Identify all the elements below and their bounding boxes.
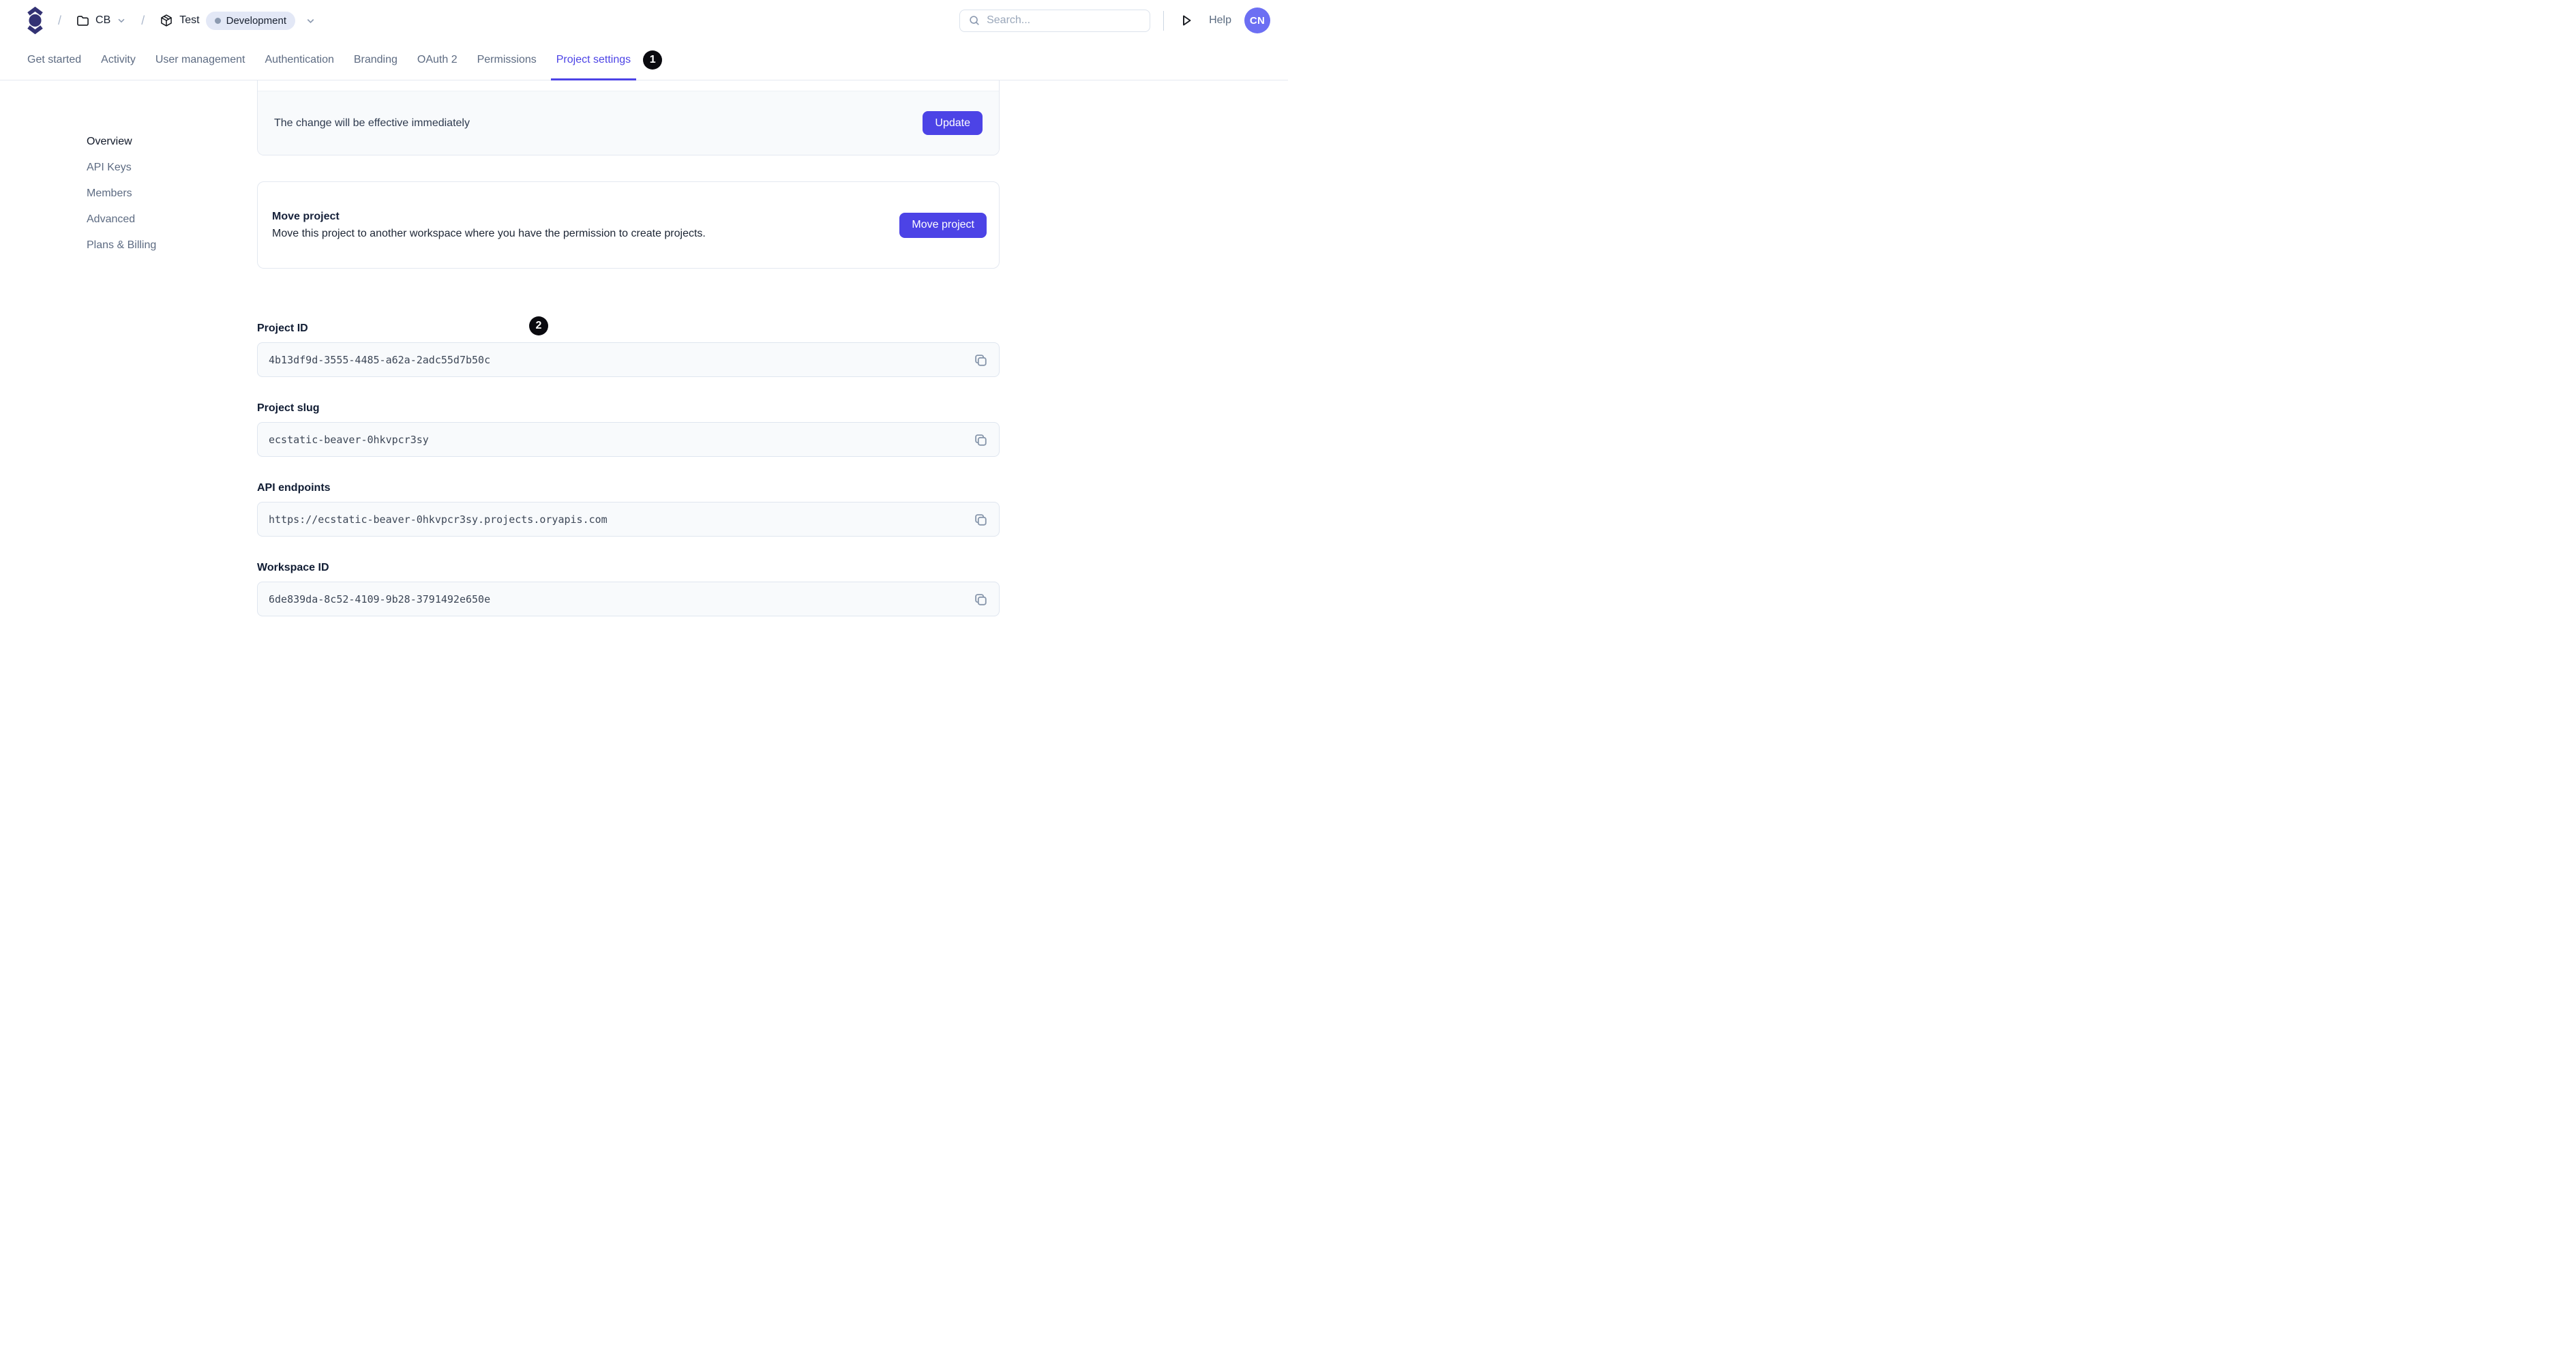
- workspace-name: CB: [95, 14, 111, 26]
- project-id-value: 4b13df9d-3555-4485-a62a-2adc55d7b50c: [269, 353, 491, 366]
- breadcrumb-separator: /: [141, 13, 145, 27]
- tab-get-started[interactable]: Get started: [22, 41, 87, 80]
- sidebar-item-plans-billing[interactable]: Plans & Billing: [87, 239, 156, 252]
- search-icon: [968, 14, 980, 27]
- top-bar-actions: Help CN: [959, 7, 1270, 33]
- workspace-id-label: Workspace ID: [257, 562, 329, 573]
- environment-dot-icon: [214, 17, 221, 24]
- workspace-id-section: Workspace ID 6de839da-8c52-4109-9b28-379…: [257, 561, 1000, 616]
- copy-icon: [973, 592, 988, 607]
- header-divider: [1163, 10, 1165, 31]
- tab-oauth2[interactable]: OAuth 2: [412, 41, 463, 80]
- tab-project-settings-label: Project settings: [556, 53, 631, 65]
- settings-sidebar: Overview API Keys Members Advanced Plans…: [87, 135, 156, 265]
- search-input[interactable]: [987, 14, 1142, 27]
- app-logo-icon: [27, 6, 43, 35]
- api-endpoints-section: API endpoints https://ecstatic-beaver-0h…: [257, 481, 1000, 537]
- tab-project-settings[interactable]: Project settings 1: [550, 41, 663, 80]
- tab-permissions[interactable]: Permissions: [472, 41, 542, 80]
- play-button[interactable]: [1177, 14, 1196, 27]
- project-switcher[interactable]: Test Development: [160, 11, 316, 30]
- api-endpoints-label: API endpoints: [257, 482, 331, 494]
- tab-bar: Get started Activity User management Aut…: [0, 41, 1288, 80]
- copy-icon: [973, 512, 988, 527]
- project-id-section: Project ID 4b13df9d-3555-4485-a62a-2adc5…: [257, 322, 1000, 377]
- project-name: Test: [179, 14, 200, 26]
- project-id-label: Project ID: [257, 322, 308, 334]
- move-project-text: Move project Move this project to anothe…: [272, 211, 706, 240]
- sidebar-item-advanced[interactable]: Advanced: [87, 213, 156, 226]
- update-card: The change will be effective immediately…: [257, 80, 1000, 155]
- project-slug-value: ecstatic-beaver-0hkvpcr3sy: [269, 433, 429, 446]
- avatar[interactable]: CN: [1244, 7, 1270, 33]
- move-project-title: Move project: [272, 210, 340, 222]
- chevron-down-icon: [117, 16, 126, 25]
- annotation-badge-1: 1: [643, 50, 663, 70]
- project-id-field: 4b13df9d-3555-4485-a62a-2adc55d7b50c: [257, 342, 1000, 377]
- breadcrumb-separator: /: [58, 13, 62, 27]
- tab-authentication[interactable]: Authentication: [259, 41, 339, 80]
- project-slug-field: ecstatic-beaver-0hkvpcr3sy: [257, 422, 1000, 457]
- settings-content: The change will be effective immediately…: [257, 80, 1000, 616]
- top-bar: / CB / Test Development Search... Help C…: [0, 0, 1288, 41]
- copy-icon: [973, 352, 988, 368]
- move-project-description: Move this project to another workspace w…: [272, 227, 706, 239]
- annotation-badge-2: 2: [529, 316, 548, 335]
- update-button[interactable]: Update: [923, 111, 983, 135]
- chevron-down-icon: [305, 16, 316, 26]
- play-icon: [1180, 14, 1193, 27]
- main-area: Overview API Keys Members Advanced Plans…: [0, 80, 1288, 682]
- search-box[interactable]: [959, 9, 1151, 32]
- environment-badge: Development: [205, 11, 295, 30]
- folder-icon: [76, 14, 89, 27]
- copy-project-id-button[interactable]: [971, 350, 990, 370]
- move-project-button[interactable]: Move project: [899, 212, 987, 238]
- project-slug-label: Project slug: [257, 402, 320, 414]
- update-card-body: [258, 80, 999, 91]
- environment-label: Development: [226, 14, 286, 27]
- project-identifiers: 2 Project ID 4b13df9d-3555-4485-a62a-2ad…: [257, 269, 1000, 616]
- sidebar-item-members[interactable]: Members: [87, 187, 156, 200]
- workspace-switcher[interactable]: CB: [76, 14, 126, 27]
- copy-project-slug-button[interactable]: [971, 430, 990, 449]
- sidebar-item-api-keys[interactable]: API Keys: [87, 161, 156, 175]
- project-slug-section: Project slug ecstatic-beaver-0hkvpcr3sy: [257, 402, 1000, 457]
- breadcrumb: / CB / Test Development: [27, 6, 316, 35]
- tab-branding[interactable]: Branding: [348, 41, 403, 80]
- help-button[interactable]: Help: [1209, 14, 1231, 27]
- sidebar-item-overview[interactable]: Overview: [87, 135, 156, 149]
- workspace-id-field: 6de839da-8c52-4109-9b28-3791492e650e: [257, 582, 1000, 616]
- api-endpoints-value: https://ecstatic-beaver-0hkvpcr3sy.proje…: [269, 513, 608, 526]
- tab-activity[interactable]: Activity: [95, 41, 141, 80]
- app-logo[interactable]: [27, 6, 43, 35]
- update-message: The change will be effective immediately: [274, 117, 470, 129]
- update-card-footer: The change will be effective immediately…: [258, 91, 999, 155]
- copy-icon: [973, 432, 988, 447]
- api-endpoints-field: https://ecstatic-beaver-0hkvpcr3sy.proje…: [257, 502, 1000, 537]
- workspace-id-value: 6de839da-8c52-4109-9b28-3791492e650e: [269, 592, 491, 605]
- copy-api-endpoints-button[interactable]: [971, 510, 990, 529]
- package-icon: [160, 14, 173, 27]
- move-project-card: Move project Move this project to anothe…: [257, 181, 1000, 269]
- tab-user-management[interactable]: User management: [150, 41, 251, 80]
- copy-workspace-id-button[interactable]: [971, 590, 990, 609]
